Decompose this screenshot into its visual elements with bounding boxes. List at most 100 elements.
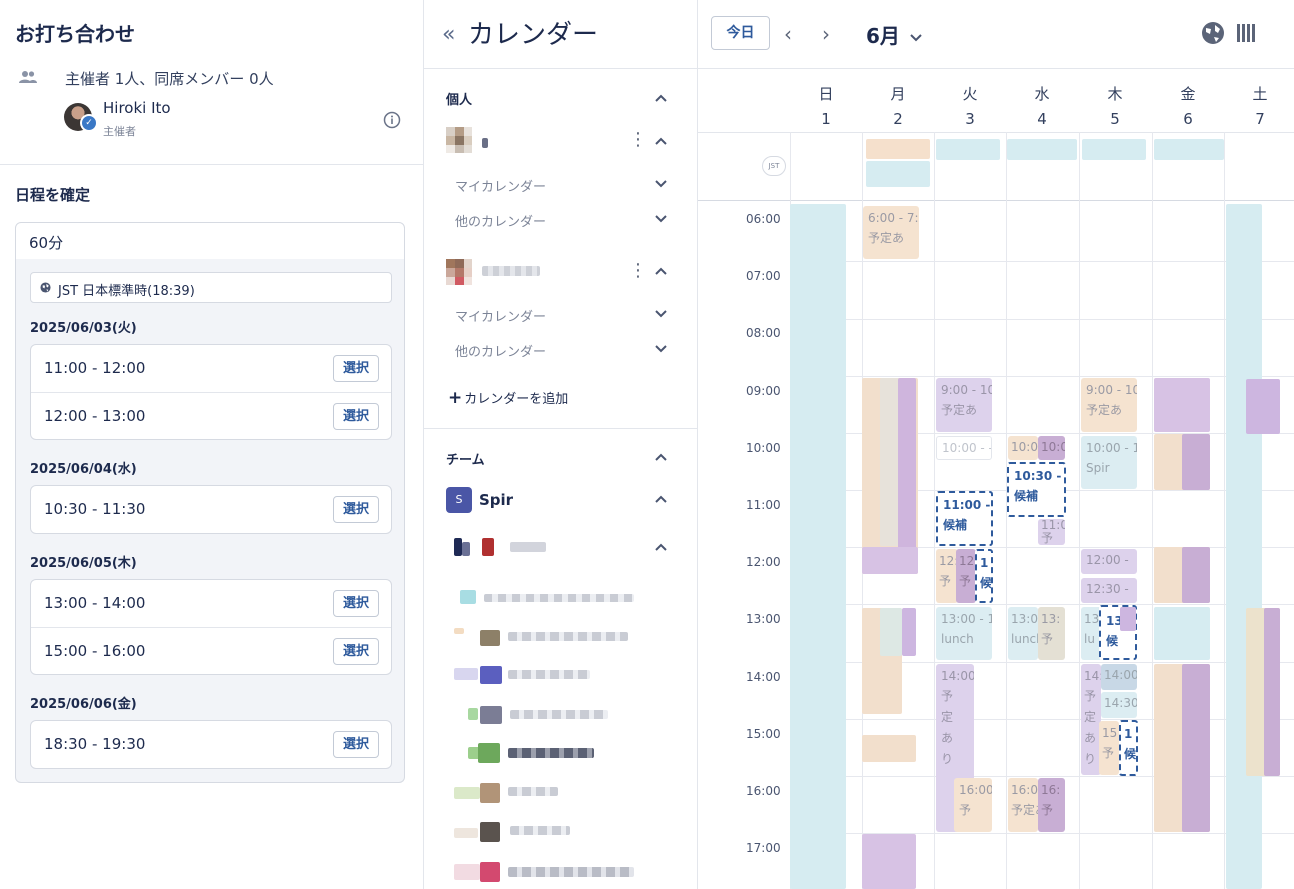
my-calendar-item[interactable]: マイカレンダー: [455, 176, 546, 195]
chevron-up-icon[interactable]: [654, 540, 668, 554]
candidate-slot[interactable]: 1 候: [975, 549, 993, 603]
day-header[interactable]: 水4: [1006, 82, 1078, 132]
calendar-event[interactable]: [1226, 204, 1262, 889]
all-day-event[interactable]: [866, 161, 930, 187]
calendar-event[interactable]: [880, 608, 902, 656]
calendar-event[interactable]: [1120, 607, 1136, 631]
calendar-event[interactable]: [1246, 379, 1280, 434]
calendar-event[interactable]: [1154, 378, 1210, 432]
select-slot-button[interactable]: 選択: [333, 638, 379, 665]
calendar-event[interactable]: [898, 378, 916, 574]
calendar-event[interactable]: 10:00 - 1 Spir: [1081, 436, 1137, 489]
day-header[interactable]: 金6: [1152, 82, 1224, 132]
calendar-event[interactable]: 14:30: [1101, 692, 1137, 718]
timezone-selector[interactable]: JST 日本標準時(18:39): [30, 272, 392, 303]
other-calendar-item[interactable]: 他のカレンダー: [455, 341, 546, 360]
calendar-event[interactable]: 12:0 予: [956, 549, 976, 603]
duration-field[interactable]: 60分: [15, 222, 405, 260]
calendar-event[interactable]: 12:00 -: [1081, 549, 1137, 574]
team-member-item[interactable]: [454, 822, 574, 842]
calendar-event[interactable]: [880, 378, 900, 546]
team-member-item[interactable]: [454, 666, 594, 686]
calendar-event[interactable]: [1182, 547, 1210, 603]
calendar-event[interactable]: [902, 608, 916, 656]
select-slot-button[interactable]: 選択: [333, 590, 379, 617]
calendar-event[interactable]: 12:00 予: [936, 549, 958, 603]
chevron-up-icon[interactable]: [654, 134, 668, 148]
calendar-event[interactable]: [1182, 664, 1210, 832]
all-day-event[interactable]: [1007, 139, 1077, 160]
double-chevron-left-icon[interactable]: «: [442, 22, 455, 47]
team-name[interactable]: Spir: [479, 491, 513, 509]
calendar-event[interactable]: 14:00: [1101, 664, 1137, 690]
today-button[interactable]: 今日: [711, 16, 770, 50]
timezone-badge[interactable]: JST: [762, 156, 786, 176]
calendar-event[interactable]: 14:0 予定あり: [1081, 664, 1101, 775]
day-header[interactable]: 木5: [1079, 82, 1151, 132]
calendar-event[interactable]: 10:00 - -: [936, 436, 992, 460]
candidate-slot[interactable]: 11:00 - 候補: [936, 491, 993, 546]
calendar-event[interactable]: 13:00 lunch: [1008, 607, 1038, 660]
calendar-event[interactable]: 16:00 予: [954, 778, 992, 832]
day-header[interactable]: 土7: [1224, 82, 1294, 132]
team-member-item[interactable]: [454, 862, 639, 882]
my-calendar-item[interactable]: マイカレンダー: [455, 306, 546, 325]
chevron-down-icon[interactable]: [654, 307, 668, 321]
calendar-event[interactable]: 9:00 - 10 予定あ: [1081, 378, 1137, 432]
month-selector[interactable]: 6月: [866, 20, 923, 49]
calendar-event[interactable]: [1264, 608, 1280, 776]
all-day-event[interactable]: [936, 139, 1000, 160]
chevron-down-icon[interactable]: [654, 212, 668, 226]
calendar-event[interactable]: 13: 予: [1038, 607, 1065, 660]
select-slot-button[interactable]: 選択: [333, 731, 379, 758]
select-slot-button[interactable]: 選択: [333, 355, 379, 382]
calendar-event[interactable]: [862, 547, 918, 574]
team-member-item[interactable]: [454, 706, 614, 726]
chevron-left-icon[interactable]: ‹: [784, 22, 792, 46]
day-header[interactable]: 火3: [934, 82, 1006, 132]
candidate-slot[interactable]: 10:30 - 候補: [1007, 462, 1066, 517]
all-day-event[interactable]: [1082, 139, 1146, 160]
calendar-event[interactable]: 15 予: [1099, 721, 1119, 775]
team-member-item[interactable]: [454, 628, 634, 648]
chevron-up-icon[interactable]: [654, 91, 668, 105]
chevron-up-icon[interactable]: [654, 264, 668, 278]
chevron-down-icon[interactable]: [654, 177, 668, 191]
all-day-event[interactable]: [866, 139, 930, 159]
calendar-event[interactable]: 6:00 - 7: 予定あ: [863, 206, 919, 259]
calendar-event[interactable]: [790, 204, 846, 889]
chevron-up-icon[interactable]: [654, 450, 668, 464]
calendar-event[interactable]: 10:00: [1008, 436, 1038, 460]
globe-icon[interactable]: [1201, 21, 1225, 45]
team-member-item[interactable]: [454, 743, 604, 763]
calendar-event[interactable]: 16: 予: [1038, 778, 1065, 832]
calendar-event[interactable]: [862, 834, 916, 889]
team-member-item[interactable]: [454, 590, 639, 610]
day-header[interactable]: 日1: [790, 82, 862, 132]
calendar-event[interactable]: 11:0 予: [1038, 519, 1065, 545]
chevron-right-icon[interactable]: ›: [822, 22, 830, 46]
calendar-event[interactable]: 13:00 - 1 lunch: [936, 607, 992, 660]
chevron-down-icon[interactable]: [654, 342, 668, 356]
select-slot-button[interactable]: 選択: [333, 496, 379, 523]
chevron-up-icon[interactable]: [654, 492, 668, 506]
calendar-event[interactable]: 12:30 -: [1081, 578, 1137, 603]
calendar-event[interactable]: [862, 735, 916, 762]
day-header[interactable]: 月2: [862, 82, 934, 132]
candidate-slot[interactable]: 1 候: [1119, 720, 1138, 776]
week-view-icon[interactable]: [1235, 21, 1259, 45]
other-calendar-item[interactable]: 他のカレンダー: [455, 211, 546, 230]
calendar-event[interactable]: 9:00 - 10 予定あ: [936, 378, 992, 432]
all-day-event[interactable]: [1154, 139, 1224, 160]
add-calendar-button[interactable]: + カレンダーを追加: [448, 388, 568, 408]
calendar-event[interactable]: [1182, 434, 1210, 490]
team-group[interactable]: [454, 538, 584, 558]
calendar-event[interactable]: 16:00 予定あ: [1008, 778, 1038, 832]
team-member-item[interactable]: [454, 783, 564, 803]
info-icon[interactable]: [383, 111, 401, 129]
more-options-icon[interactable]: ⋮: [629, 261, 647, 281]
select-slot-button[interactable]: 選択: [333, 403, 379, 430]
more-options-icon[interactable]: ⋮: [629, 130, 647, 150]
calendar-event[interactable]: 10:0: [1038, 436, 1065, 460]
calendar-event[interactable]: [1154, 607, 1210, 660]
